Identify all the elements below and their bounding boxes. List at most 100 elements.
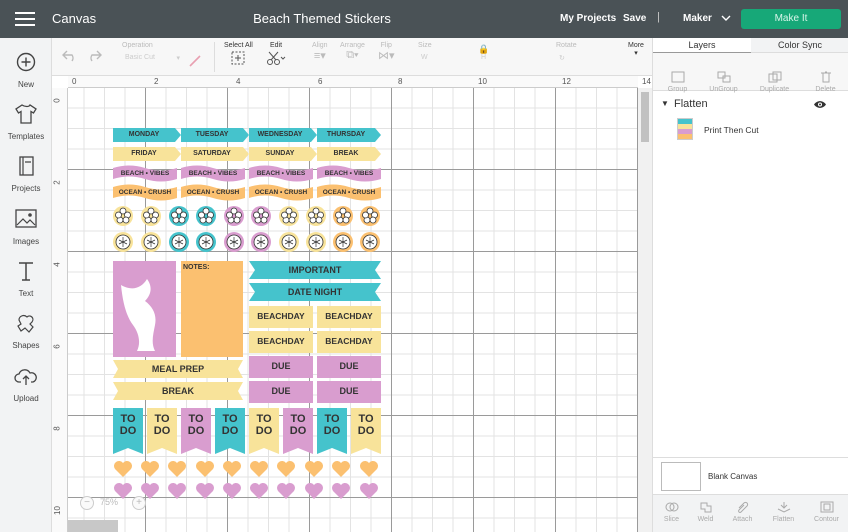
delete-button[interactable]: Delete <box>801 69 848 93</box>
select-all-icon <box>231 51 245 65</box>
duplicate-label: Duplicate <box>759 86 790 93</box>
sidebar-item-label: Projects <box>11 184 41 193</box>
sticker-label: OCEAN • CRUSH <box>186 189 240 196</box>
more-label: More <box>628 42 644 49</box>
machine-label: Maker <box>683 13 712 24</box>
canvas-work-area[interactable]: 0 2 4 6 8 10 12 14 0 2 4 6 8 10 MONDAY T… <box>52 76 652 532</box>
align-icon: ≡▾ <box>313 50 326 62</box>
undo-icon[interactable] <box>62 48 78 62</box>
todo-bottom: DO <box>153 425 171 437</box>
flatten-button[interactable]: Flatten <box>759 499 808 523</box>
edit-label: Edit <box>269 42 283 49</box>
more-button[interactable]: More ▾ <box>628 42 644 57</box>
image-icon <box>15 209 37 228</box>
arrange-icon: ⧉▾ <box>346 49 359 61</box>
toolbar-divider <box>214 42 215 72</box>
duplicate-button[interactable]: Duplicate <box>750 69 799 93</box>
vertical-scrollbar[interactable] <box>638 88 652 532</box>
blank-canvas-swatch[interactable] <box>661 462 701 491</box>
sticker-label: DUE <box>339 361 359 371</box>
my-projects-link[interactable]: My Projects <box>560 13 616 24</box>
trash-icon <box>820 71 831 83</box>
sidebar-item-label: New <box>17 80 34 89</box>
make-it-button[interactable]: Make It <box>741 9 841 29</box>
eye-icon[interactable] <box>813 100 827 109</box>
size-label: Size <box>418 42 432 49</box>
project-title: Beach Themed Stickers <box>253 11 391 26</box>
vertical-ruler: 0 2 4 6 8 10 <box>52 88 68 532</box>
operation-value: Basic Cut <box>125 54 155 61</box>
scroll-thumb[interactable] <box>641 92 649 142</box>
horizontal-ruler: 0 2 4 6 8 10 12 14 <box>68 76 651 88</box>
ruler-number: 6 <box>52 344 62 349</box>
todo-top: TO <box>290 413 306 425</box>
horizontal-scrollbar[interactable] <box>68 520 118 532</box>
align-button[interactable]: Align ≡▾ <box>312 42 328 62</box>
sticker-label: THURSDAY <box>326 131 366 138</box>
tab-layers[interactable]: Layers <box>653 38 751 53</box>
size-width-input[interactable]: W <box>418 54 464 67</box>
sidebar-item-label: Images <box>12 237 40 246</box>
sidebar-item-new[interactable]: New <box>0 50 52 89</box>
layer-group-name[interactable]: Flatten <box>674 98 708 110</box>
tab-color-sync[interactable]: Color Sync <box>751 38 848 53</box>
sticker-label: NOTES: <box>183 264 210 271</box>
sticker-label: WEDNESDAY <box>257 131 303 138</box>
todo-top: TO <box>324 413 340 425</box>
ruler-number: 6 <box>318 77 323 86</box>
zoom-value: 75% <box>100 497 119 507</box>
select-all-label: Select All <box>224 42 253 49</box>
slice-icon <box>665 502 678 512</box>
save-button[interactable]: Save <box>623 13 646 24</box>
todo-top: TO <box>358 413 374 425</box>
sidebar-item-text[interactable]: Text <box>0 259 52 298</box>
zoom-out-button[interactable]: − <box>80 496 94 510</box>
todo-bottom: DO <box>187 425 205 437</box>
ruler-number: 2 <box>154 77 159 86</box>
rotate-input[interactable]: ↻ <box>556 54 608 67</box>
todo-sticker: TO DO <box>147 413 177 437</box>
layer-name[interactable]: Print Then Cut <box>704 125 759 135</box>
contour-icon <box>820 501 833 513</box>
ruler-number: 0 <box>72 77 77 86</box>
collapse-triangle-icon[interactable]: ▼ <box>661 99 669 108</box>
ruler-number: 0 <box>52 98 62 103</box>
sidebar-item-shapes[interactable]: Shapes <box>0 311 52 350</box>
sidebar-item-templates[interactable]: Templates <box>0 102 52 141</box>
redo-icon[interactable] <box>86 48 102 62</box>
sidebar-item-images[interactable]: Images <box>0 207 52 246</box>
ruler-number: 8 <box>52 426 62 431</box>
machine-select[interactable]: Maker <box>683 13 731 24</box>
ruler-number: 14 <box>642 77 651 86</box>
contour-button[interactable]: Contour <box>802 499 848 523</box>
layer-thumbnail <box>677 118 693 140</box>
zoom-in-button[interactable]: + <box>132 496 146 510</box>
sidebar-item-label: Templates <box>7 132 45 141</box>
contour-label: Contour <box>814 516 839 523</box>
sticker-sheet[interactable]: MONDAY TUESDAY WEDNESDAY THURSDAY FRIDAY… <box>113 128 381 499</box>
blank-canvas-label: Blank Canvas <box>708 472 758 481</box>
sticker-label: MONDAY <box>128 131 160 138</box>
group-button[interactable]: Group <box>653 69 702 93</box>
sidebar-item-upload[interactable]: Upload <box>0 364 52 403</box>
sticker-label: BREAK <box>161 386 194 396</box>
arrange-button[interactable]: Arrange ⧉▾ <box>340 42 365 62</box>
operation-select[interactable]: Basic Cut ▾ <box>122 54 184 67</box>
sticker-label: BREAK <box>333 150 359 157</box>
scissors-icon <box>267 51 286 65</box>
todo-bottom: DO <box>323 425 341 437</box>
sticker-label: BEACHDAY <box>257 336 305 346</box>
flip-button[interactable]: Flip ⋈▾ <box>378 42 395 62</box>
layers-panel: Layers Color Sync Group UnGroup Duplicat… <box>652 38 848 532</box>
size-height-input[interactable]: H <box>478 54 524 67</box>
ruler-number: 12 <box>562 77 571 86</box>
ungroup-button[interactable]: UnGroup <box>699 69 748 93</box>
layer-tools: Group UnGroup Duplicate Delete <box>653 53 848 93</box>
pen-color-icon[interactable] <box>188 55 202 67</box>
sticker-label: OCEAN • CRUSH <box>254 189 308 196</box>
sidebar-item-projects[interactable]: Projects <box>0 154 52 193</box>
bottom-tools: Slice Weld Attach Flatten Contour <box>653 494 848 532</box>
edit-button[interactable]: Edit <box>266 42 286 67</box>
select-all-button[interactable]: Select All <box>224 42 253 67</box>
ruler-number: 10 <box>52 506 62 515</box>
